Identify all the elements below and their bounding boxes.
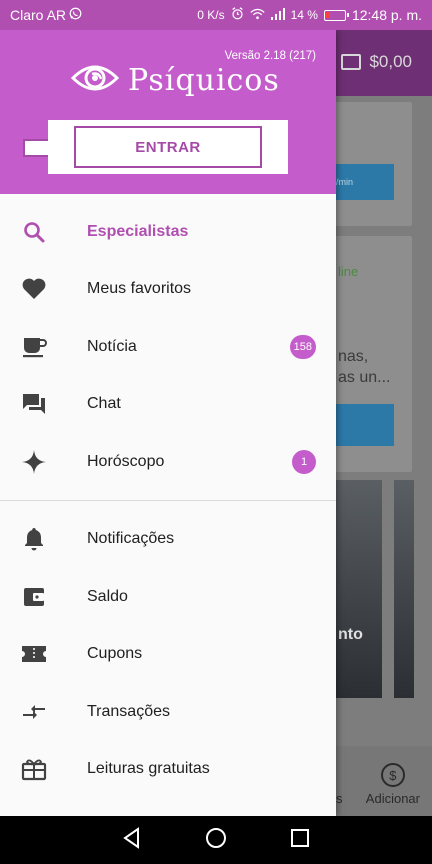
menu-item-label: Transações xyxy=(87,702,170,720)
menu-item-notificacoes[interactable]: Notificações xyxy=(0,511,336,569)
add-funds-label: Adicionar xyxy=(365,791,420,806)
menu-item-favoritos[interactable]: Meus favoritos xyxy=(0,261,336,319)
menu-item-especialistas[interactable]: Especialistas xyxy=(0,203,336,261)
balance-value: $0,00 xyxy=(369,52,412,71)
swap-arrows-icon xyxy=(20,698,48,726)
menu-item-chat[interactable]: Chat xyxy=(0,376,336,434)
menu-divider xyxy=(0,499,336,501)
system-nav-bar xyxy=(0,816,432,864)
menu-item-saldo[interactable]: Saldo xyxy=(0,568,336,626)
search-icon xyxy=(20,218,48,246)
background-image[interactable] xyxy=(336,480,382,698)
logo-text: Psíquicos xyxy=(128,63,280,98)
notification-badge: 158 xyxy=(289,334,316,359)
description-line: as un... xyxy=(338,369,391,386)
menu-item-label: Horóscopo xyxy=(87,452,165,470)
home-icon[interactable] xyxy=(205,827,227,854)
background-image[interactable] xyxy=(394,480,414,698)
chat-icon xyxy=(20,390,48,418)
navigation-drawer: Versão 2.18 (217) Psíquicos ENTRAR Espec… xyxy=(0,30,336,816)
app-logo: Psíquicos xyxy=(70,60,280,101)
menu-item-label: Especialistas xyxy=(87,222,189,240)
clock: 12:48 p. m. xyxy=(351,7,422,23)
status-bar: Claro AR 0 K/s 14 % 12:48 p. m. xyxy=(0,0,432,30)
carrier-label: Claro AR xyxy=(10,7,67,23)
menu-item-label: Notícia xyxy=(87,337,137,355)
signal-icon xyxy=(270,7,285,23)
menu-item-label: Saldo xyxy=(87,587,128,605)
menu-item-horoscopo[interactable]: Horóscopo 1 xyxy=(0,433,336,491)
primary-menu: Especialistas Meus favoritos Notícia 158… xyxy=(0,194,336,491)
bell-icon xyxy=(20,525,48,553)
login-button[interactable]: ENTRAR xyxy=(74,126,262,168)
menu-item-label: Cupons xyxy=(87,645,143,663)
sparkle-icon xyxy=(20,448,48,476)
whatsapp-icon xyxy=(69,7,82,23)
menu-item-label: Meus favoritos xyxy=(87,280,192,298)
battery-icon xyxy=(323,9,349,21)
recents-icon[interactable] xyxy=(290,828,310,853)
wallet-icon xyxy=(20,583,48,611)
eye-logo-icon xyxy=(70,60,120,101)
wallet-icon xyxy=(341,54,362,70)
background-description: nas, as un... xyxy=(338,346,390,388)
ticket-icon xyxy=(20,640,48,668)
alarm-icon xyxy=(231,7,244,23)
menu-item-label: Chat xyxy=(87,395,121,413)
battery-percent: 14 % xyxy=(290,8,318,22)
menu-item-leituras-gratuitas[interactable]: Leituras gratuitas xyxy=(0,741,336,799)
wifi-icon xyxy=(249,7,265,23)
gift-icon xyxy=(20,755,48,783)
dollar-icon: $ xyxy=(380,763,405,787)
menu-item-label: Notificações xyxy=(87,530,175,548)
menu-item-noticia[interactable]: Notícia 158 xyxy=(0,318,336,376)
description-line: nas, xyxy=(338,348,369,365)
online-status: line xyxy=(338,264,359,279)
balance-display[interactable]: $0,00 xyxy=(341,52,412,72)
login-box: ENTRAR xyxy=(48,120,288,174)
menu-item-transacoes[interactable]: Transações xyxy=(0,683,336,741)
menu-item-label: Leituras gratuitas xyxy=(87,760,210,778)
image-caption: nto xyxy=(338,626,363,643)
heart-icon xyxy=(20,275,48,303)
drawer-header: Versão 2.18 (217) Psíquicos ENTRAR xyxy=(0,30,336,194)
back-icon[interactable] xyxy=(122,826,142,854)
menu-item-cupons[interactable]: Cupons xyxy=(0,626,336,684)
notification-badge: 1 xyxy=(292,449,316,474)
bottom-tab-label[interactable]: s xyxy=(336,791,343,806)
secondary-menu: Notificações Saldo Cupons Transações Lei… xyxy=(0,511,336,799)
net-speed: 0 K/s xyxy=(197,8,225,22)
coffee-cup-icon xyxy=(20,333,48,361)
add-funds-tab[interactable]: $ Adicionar xyxy=(366,763,420,806)
